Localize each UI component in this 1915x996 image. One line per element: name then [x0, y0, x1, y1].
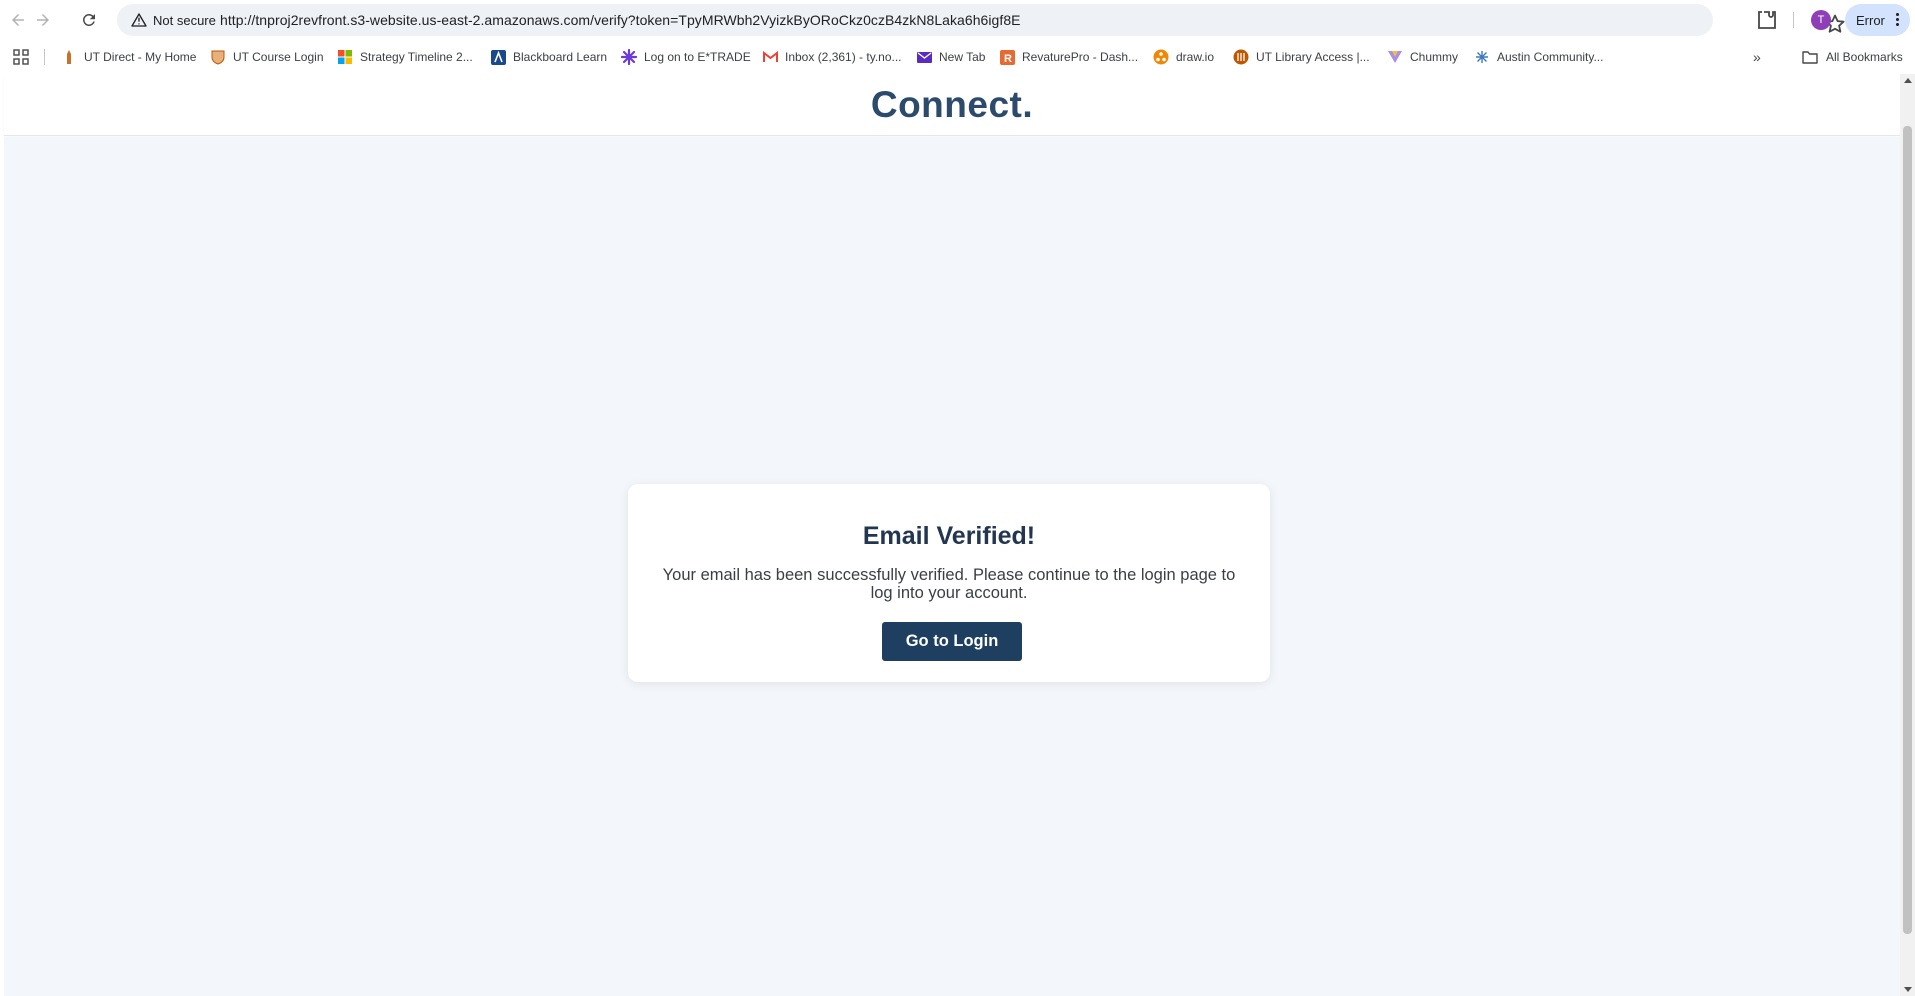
- chummy-icon: [1387, 49, 1403, 65]
- bookmark-label: Chummy: [1410, 50, 1459, 64]
- site-header: Connect.: [4, 74, 1900, 136]
- forward-icon: [37, 14, 49, 26]
- brand-logo[interactable]: Connect.: [4, 84, 1900, 126]
- svg-text:R: R: [1004, 53, 1012, 65]
- status-chip[interactable]: Error: [1845, 4, 1910, 36]
- go-to-login-button[interactable]: Go to Login: [882, 622, 1022, 661]
- page-body: Email Verified! Your email has been succ…: [4, 137, 1900, 996]
- scroll-thumb[interactable]: [1903, 126, 1912, 934]
- bookmark-label: UT Course Login: [233, 50, 324, 64]
- bookmark-strategy-timeline[interactable]: Strategy Timeline 2...: [337, 47, 473, 67]
- ut-tower-icon: [61, 49, 77, 65]
- acc-icon: [1474, 49, 1490, 65]
- card-message: Your email has been successfully verifie…: [662, 566, 1236, 602]
- back-button[interactable]: [6, 8, 30, 32]
- revature-icon: R: [999, 49, 1015, 65]
- all-bookmarks-button[interactable]: All Bookmarks: [1802, 47, 1903, 67]
- bookmark-label: UT Direct - My Home: [84, 50, 197, 64]
- bookmarks-bar: UT Direct - My Home UT Course Login Stra…: [0, 40, 1915, 74]
- avatar[interactable]: T: [1811, 10, 1831, 30]
- gmail-icon: [762, 49, 778, 65]
- blackboard-icon: [490, 49, 506, 65]
- chevron-double-right-icon[interactable]: »: [1753, 49, 1761, 65]
- bookmark-label: Blackboard Learn: [513, 50, 608, 64]
- ut-library-icon: [1233, 49, 1249, 65]
- bookmark-ut-direct[interactable]: UT Direct - My Home: [61, 47, 196, 67]
- bookmark-revaturepro[interactable]: R RevaturePro - Dash...: [999, 47, 1138, 67]
- bookmark-ut-course-login[interactable]: UT Course Login: [210, 47, 324, 67]
- bookmark-label: draw.io: [1176, 50, 1215, 64]
- scrollbar[interactable]: [1900, 74, 1915, 996]
- browser-toolbar: Not secure http://tnproj2revfront.s3-web…: [0, 0, 1915, 40]
- card-title: Email Verified!: [862, 522, 1036, 550]
- ut-shield-icon: [210, 49, 226, 65]
- verification-card: Email Verified! Your email has been succ…: [628, 484, 1270, 682]
- etrade-icon: [621, 49, 637, 65]
- security-label: Not secure: [153, 12, 216, 28]
- warning-icon: [131, 13, 147, 27]
- bookmark-austin-community[interactable]: Austin Community...: [1474, 47, 1603, 67]
- bookmark-chummy[interactable]: Chummy: [1387, 47, 1458, 67]
- bookmark-blackboard[interactable]: Blackboard Learn: [490, 47, 607, 67]
- reload-button[interactable]: [77, 8, 101, 32]
- bookmark-label: Log on to E*TRADE: [644, 50, 751, 64]
- page-viewport: Connect. Email Verified! Your email has …: [0, 74, 1915, 996]
- bookmark-label: Strategy Timeline 2...: [360, 50, 473, 64]
- bookmark-ut-library[interactable]: UT Library Access |...: [1233, 47, 1370, 67]
- folder-icon: [1802, 51, 1818, 64]
- bookmark-label: Austin Community...: [1497, 50, 1604, 64]
- url-text[interactable]: http://tnproj2revfront.s3-website.us-eas…: [220, 12, 1021, 28]
- bookmark-label: UT Library Access |...: [1256, 50, 1370, 64]
- bookmark-drawio[interactable]: draw.io: [1153, 47, 1214, 67]
- back-icon: [12, 14, 24, 26]
- apps-grid-icon[interactable]: [13, 49, 29, 65]
- bookmark-label: Inbox (2,361) - ty.no...: [785, 50, 902, 64]
- reload-icon: [82, 13, 95, 26]
- security-chip[interactable]: Not secure: [125, 8, 224, 32]
- kebab-menu-icon[interactable]: [1896, 12, 1900, 28]
- microsoft-icon: [337, 49, 353, 65]
- drawio-icon: [1153, 49, 1169, 65]
- bookmark-label: RevaturePro - Dash...: [1022, 50, 1139, 64]
- bookmark-new-tab[interactable]: New Tab: [916, 47, 985, 67]
- bookmark-gmail[interactable]: Inbox (2,361) - ty.no...: [762, 47, 902, 67]
- scroll-up-arrow-icon[interactable]: [1904, 78, 1912, 83]
- forward-button[interactable]: [31, 8, 55, 32]
- all-bookmarks-label: All Bookmarks: [1826, 50, 1903, 64]
- scroll-down-arrow-icon[interactable]: [1904, 987, 1912, 992]
- bookmarks-separator: [44, 49, 45, 65]
- extensions-icon[interactable]: [1755, 8, 1779, 32]
- bookmark-etrade[interactable]: Log on to E*TRADE: [621, 47, 751, 67]
- bookmark-label: New Tab: [939, 50, 986, 64]
- status-chip-label: Error: [1856, 12, 1885, 28]
- address-bar[interactable]: Not secure http://tnproj2revfront.s3-web…: [117, 4, 1845, 36]
- toolbar-divider: [1793, 12, 1794, 28]
- mail-envelope-icon: [916, 49, 932, 65]
